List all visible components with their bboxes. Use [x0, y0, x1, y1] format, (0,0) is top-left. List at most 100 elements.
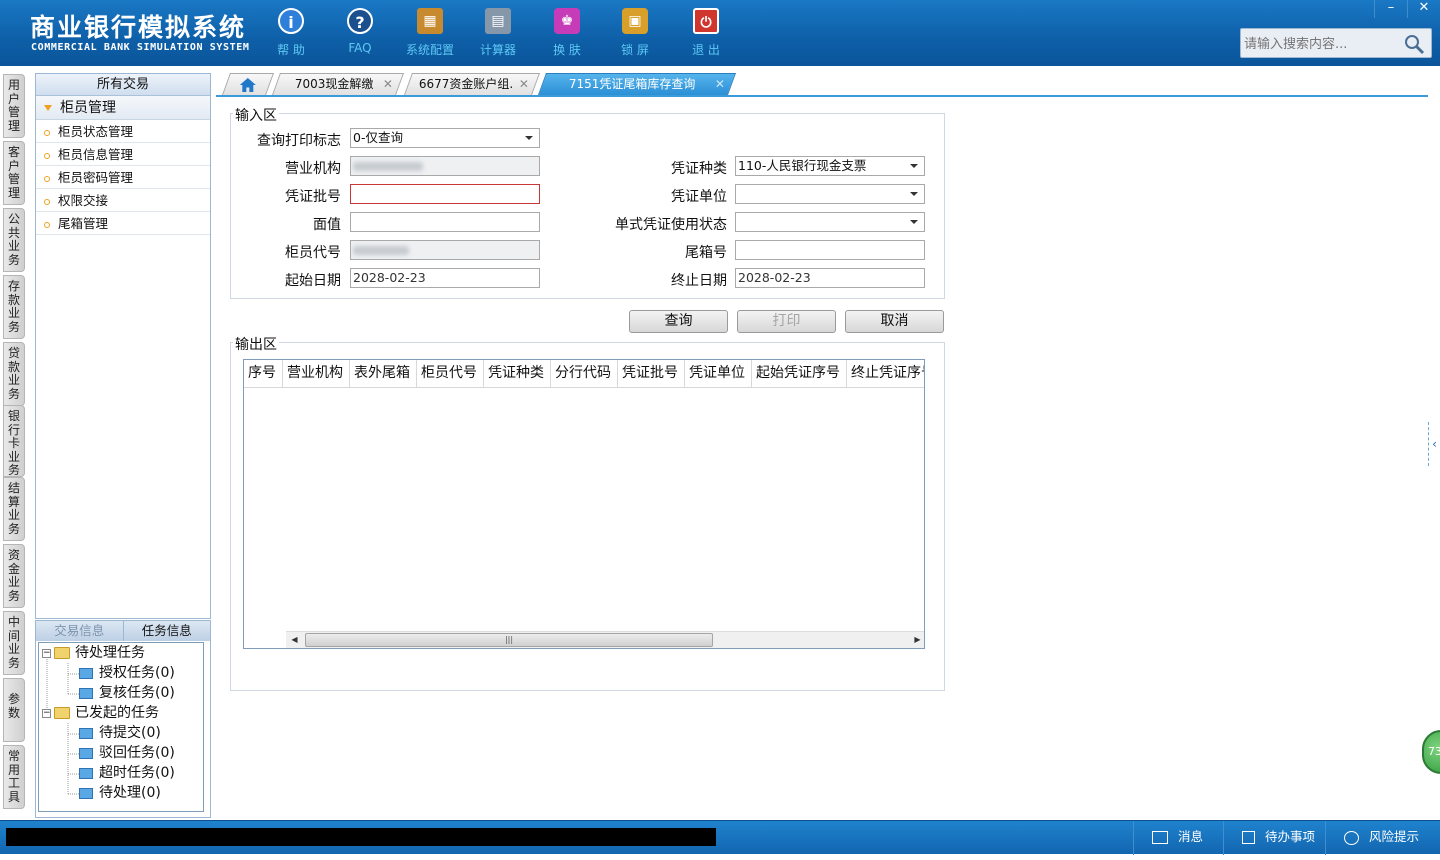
vtab-public-business[interactable]: 公共业务 [3, 208, 25, 272]
tree-node-pending-tasks[interactable]: − 待处理任务 [42, 643, 145, 663]
task-tree: − 待处理任务 授权任务(0) 复核任务(0) − 已发起的任务 待提交(0) 驳回… [38, 642, 204, 812]
voucher-unit-label: 凭证单位 [671, 189, 727, 205]
calculator-label: 计算器 [479, 43, 516, 57]
side-collapse-handle[interactable]: ‹ [1428, 422, 1440, 466]
nav-item-tail-box[interactable]: 尾箱管理 [36, 212, 210, 235]
close-tab-icon[interactable]: ✕ [715, 74, 725, 95]
tab-transaction-info[interactable]: 交易信息 [36, 621, 123, 641]
system-config-button[interactable]: ▦ 系统配置 [400, 8, 460, 58]
face-value-input[interactable] [350, 212, 540, 232]
tree-node-label: 授权任务(0) [99, 665, 175, 681]
start-date-input[interactable]: 2028-02-23 [350, 268, 540, 288]
nav-item-teller-status[interactable]: 柜员状态管理 [36, 120, 210, 143]
search-input[interactable] [1244, 33, 1404, 55]
close-window-button[interactable]: ✕ [1407, 0, 1440, 18]
voucher-type-select[interactable]: 110-人民银行现金支票 [735, 156, 925, 176]
vtab-parameters[interactable]: 参数 [3, 678, 25, 742]
voucher-unit-select[interactable] [735, 184, 925, 204]
app-title: 商业银行模拟系统 [30, 13, 247, 42]
close-tab-icon[interactable]: ✕ [519, 74, 529, 95]
floating-assistant-button[interactable]: 73 [1422, 730, 1440, 774]
search-icon[interactable] [1403, 33, 1425, 55]
tree-node-review[interactable]: 复核任务(0) [79, 683, 175, 703]
scrollbar-thumb[interactable]: ||| [305, 633, 713, 647]
vtab-settlement[interactable]: 结算业务 [3, 477, 25, 541]
task-icon [79, 667, 93, 679]
tree-node-to-process[interactable]: 待处理(0) [79, 783, 161, 803]
column-header[interactable]: 表外尾箱 [350, 360, 417, 388]
tab-7003[interactable]: 7003现金解缴 ✕ [271, 73, 405, 95]
nav-item-teller-info[interactable]: 柜员信息管理 [36, 143, 210, 166]
vtab-user-management[interactable]: 用户管理 [3, 74, 25, 138]
start-date-label: 起始日期 [285, 273, 341, 289]
usage-status-select[interactable] [735, 212, 925, 232]
collapse-icon[interactable]: − [42, 708, 51, 718]
vtab-deposit[interactable]: 存款业务 [3, 275, 25, 339]
minimize-button[interactable]: – [1374, 0, 1407, 18]
calculator-button[interactable]: ▤ 计算器 [468, 8, 528, 58]
tab-6677[interactable]: 6677资金账户组... ✕ [403, 73, 541, 95]
all-transactions-header[interactable]: 所有交易 [36, 74, 210, 96]
cancel-button[interactable]: 取消 [845, 310, 944, 333]
column-header[interactable]: 起始凭证序号 [752, 360, 847, 388]
group-label: 柜员管理 [60, 100, 116, 116]
tab-label: 7003现金解缴 [294, 77, 374, 91]
vtab-loan[interactable]: 贷款业务 [3, 342, 25, 406]
column-header[interactable]: 序号 [244, 360, 283, 388]
risk-alert-button[interactable]: 风险提示 [1325, 821, 1440, 855]
lock-screen-button[interactable]: ▣ 锁 屏 [605, 8, 665, 58]
help-button[interactable]: i 帮 助 [261, 8, 321, 58]
help-icon: ? [347, 8, 373, 34]
tab-home[interactable] [221, 73, 275, 95]
vtab-bank-card[interactable]: 银行卡业务 [3, 405, 25, 477]
todo-button[interactable]: 待办事项 [1223, 821, 1325, 855]
tree-node-initiated-tasks[interactable]: − 已发起的任务 [42, 703, 159, 723]
end-date-input[interactable]: 2028-02-23 [735, 268, 925, 288]
vtab-customer-management[interactable]: 客户管理 [3, 141, 25, 205]
tree-node-authorize[interactable]: 授权任务(0) [79, 663, 175, 683]
vtab-funds[interactable]: 资金业务 [3, 544, 25, 608]
tree-node-timeout[interactable]: 超时任务(0) [79, 763, 175, 783]
teller-code-label: 柜员代号 [285, 245, 341, 261]
usage-status-label: 单式凭证使用状态 [615, 217, 727, 233]
tab-7151-active[interactable]: 7151凭证尾箱库存查询 ✕ [537, 73, 737, 95]
column-header[interactable]: 营业机构 [283, 360, 350, 388]
batch-no-input[interactable] [350, 184, 540, 204]
exit-button[interactable]: ⏻ 退 出 [676, 8, 736, 58]
column-header[interactable]: 终止凭证序号 [847, 360, 924, 388]
status-bar: 消息 待办事项 风险提示 [0, 820, 1440, 855]
collapse-icon[interactable]: − [42, 648, 51, 658]
horizontal-scrollbar[interactable]: ◀ ||| ▶ [286, 631, 924, 648]
close-tab-icon[interactable]: ✕ [383, 74, 393, 95]
query-button[interactable]: 查询 [629, 310, 728, 333]
vtab-common-tools[interactable]: 常用工具 [3, 745, 25, 809]
column-header[interactable]: 分行代码 [551, 360, 618, 388]
print-button[interactable]: 打印 [737, 310, 836, 333]
tree-node-label: 驳回任务(0) [99, 745, 175, 761]
task-panel-tabs: 交易信息 任务信息 [36, 621, 210, 641]
column-header[interactable]: 凭证批号 [618, 360, 685, 388]
branch-field[interactable] [350, 156, 540, 176]
calculator-icon: ▤ [485, 8, 511, 34]
nav-item-teller-password[interactable]: 柜员密码管理 [36, 166, 210, 189]
teller-code-field[interactable] [350, 240, 540, 260]
tree-node-rejected[interactable]: 驳回任务(0) [79, 743, 175, 763]
tree-node-to-submit[interactable]: 待提交(0) [79, 723, 161, 743]
column-header[interactable]: 柜员代号 [417, 360, 484, 388]
skin-button[interactable]: ♚ 换 肤 [537, 8, 597, 58]
dropdown-arrow-icon [525, 136, 533, 140]
tree-node-label: 待提交(0) [99, 725, 161, 741]
vtab-intermediate[interactable]: 中间业务 [3, 611, 25, 675]
tab-task-info[interactable]: 任务信息 [122, 621, 211, 641]
shirt-icon: ♚ [554, 8, 580, 34]
column-header[interactable]: 凭证种类 [484, 360, 551, 388]
faq-button[interactable]: ? FAQ [330, 8, 390, 55]
scroll-right-arrow-icon[interactable]: ▶ [909, 632, 924, 648]
tail-box-input[interactable] [735, 240, 925, 260]
teller-management-group[interactable]: 柜员管理 [36, 96, 210, 120]
column-header[interactable]: 凭证单位 [685, 360, 752, 388]
query-flag-select[interactable]: 0-仅查询 [350, 128, 540, 148]
scroll-left-arrow-icon[interactable]: ◀ [286, 632, 303, 648]
messages-button[interactable]: 消息 [1133, 821, 1223, 855]
nav-item-permission-handover[interactable]: 权限交接 [36, 189, 210, 212]
